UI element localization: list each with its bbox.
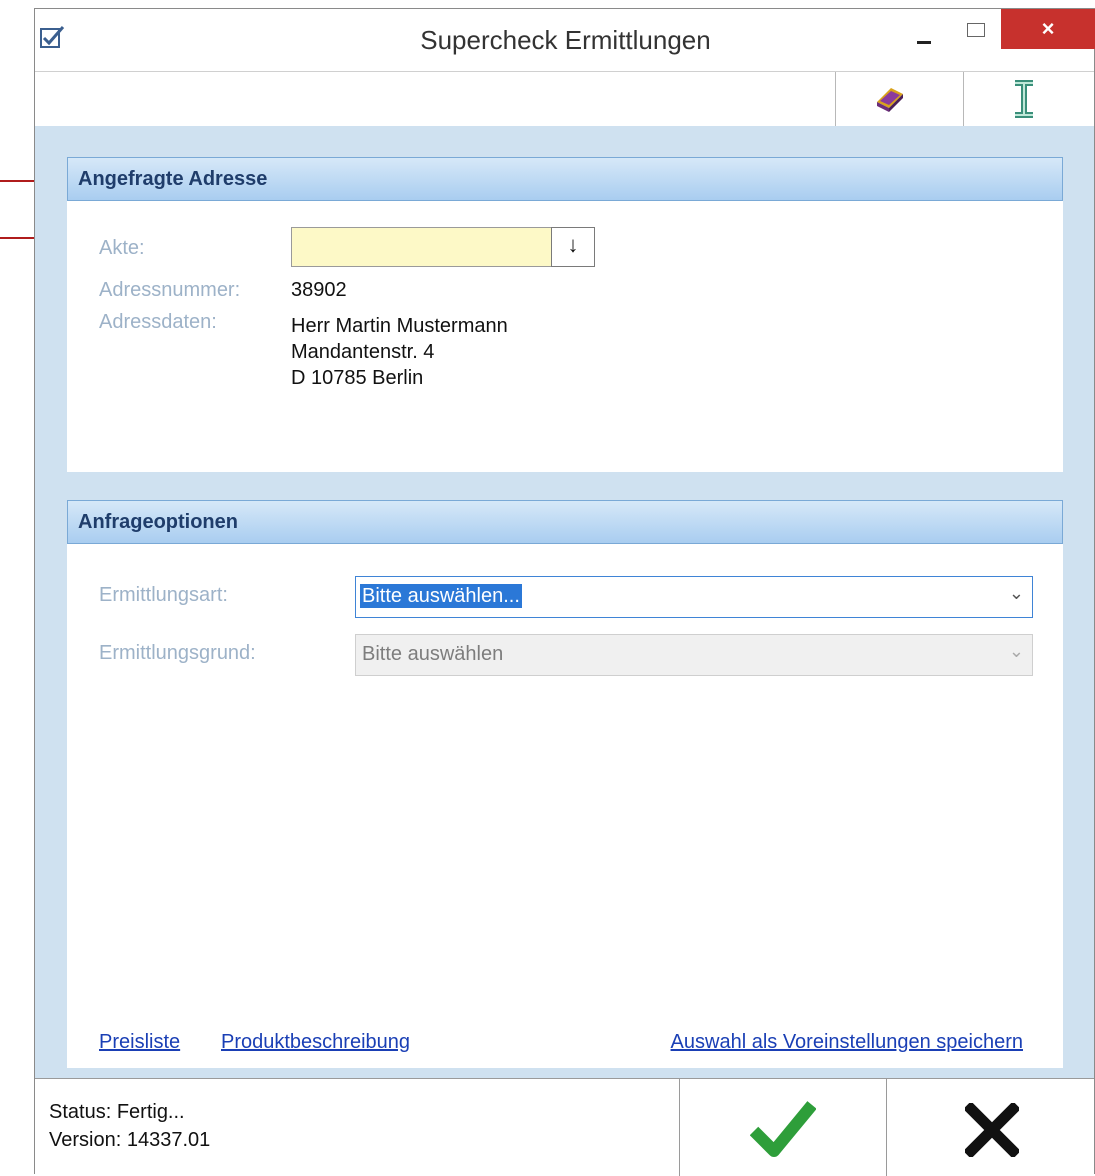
ermittlungsart-value: Bitte auswählen... — [360, 584, 522, 608]
maximize-button[interactable] — [955, 13, 999, 47]
ermittlungsgrund-label: Ermittlungsgrund: — [99, 642, 256, 664]
panel-requested-address: Angefragte Adresse Akte: ↓ Adressnummer:… — [67, 157, 1063, 472]
adressdaten-label: Adressdaten: — [99, 311, 217, 333]
version-text: Version: 14337.01 — [49, 1129, 211, 1151]
panel-title-address: Angefragte Adresse — [67, 157, 1063, 201]
close-button[interactable]: × — [1001, 9, 1095, 49]
adressnummer-label: Adressnummer: — [99, 279, 241, 301]
content-area: Angefragte Adresse Akte: ↓ Adressnummer:… — [35, 126, 1094, 1078]
minimize-button[interactable] — [903, 19, 947, 53]
status-text: Status: Fertig... — [49, 1101, 185, 1123]
checkmark-icon — [750, 1101, 816, 1157]
toolbar — [35, 71, 1094, 127]
panel-request-options: Anfrageoptionen Ermittlungsart: Bitte au… — [67, 500, 1063, 1068]
ermittlungsart-label: Ermittlungsart: — [99, 584, 228, 606]
ok-button[interactable] — [680, 1079, 886, 1176]
chevron-down-icon: ⌄ — [1008, 583, 1024, 603]
address-line: Herr Martin Mustermann — [291, 315, 508, 337]
ermittlungsgrund-select[interactable]: Bitte auswählen ⌄ — [355, 634, 1033, 676]
toolbar-divider — [835, 72, 836, 126]
address-line: D 10785 Berlin — [291, 367, 424, 389]
panel-title-options: Anfrageoptionen — [67, 500, 1063, 544]
toolbar-divider — [963, 72, 964, 126]
chevron-down-icon: ⌄ — [1008, 641, 1024, 661]
arrow-down-icon: ↓ — [567, 232, 579, 257]
produktbeschreibung-link[interactable]: Produktbeschreibung — [221, 1031, 410, 1054]
akte-input[interactable] — [291, 227, 553, 267]
book-icon[interactable] — [873, 82, 907, 116]
akte-label: Akte: — [99, 237, 145, 259]
ermittlungsart-select[interactable]: Bitte auswählen... ⌄ — [355, 576, 1033, 618]
dialog-window: Supercheck Ermittlungen × Angefragte Adr… — [34, 8, 1095, 1176]
close-icon: × — [1041, 16, 1055, 41]
save-defaults-link[interactable]: Auswahl als Voreinstellungen speichern — [671, 1031, 1023, 1054]
adressnummer-value: 38902 — [291, 279, 347, 301]
x-cancel-icon — [965, 1103, 1019, 1157]
text-cursor-icon[interactable] — [1009, 80, 1039, 118]
cancel-button[interactable] — [887, 1079, 1095, 1176]
title-bar[interactable]: Supercheck Ermittlungen × — [35, 9, 1095, 71]
status-bar: Status: Fertig... Version: 14337.01 — [35, 1078, 1094, 1176]
akte-dropdown-button[interactable]: ↓ — [551, 227, 595, 267]
preisliste-link[interactable]: Preisliste — [99, 1031, 180, 1054]
address-line: Mandantenstr. 4 — [291, 341, 435, 363]
ermittlungsgrund-value: Bitte auswählen — [362, 643, 504, 665]
